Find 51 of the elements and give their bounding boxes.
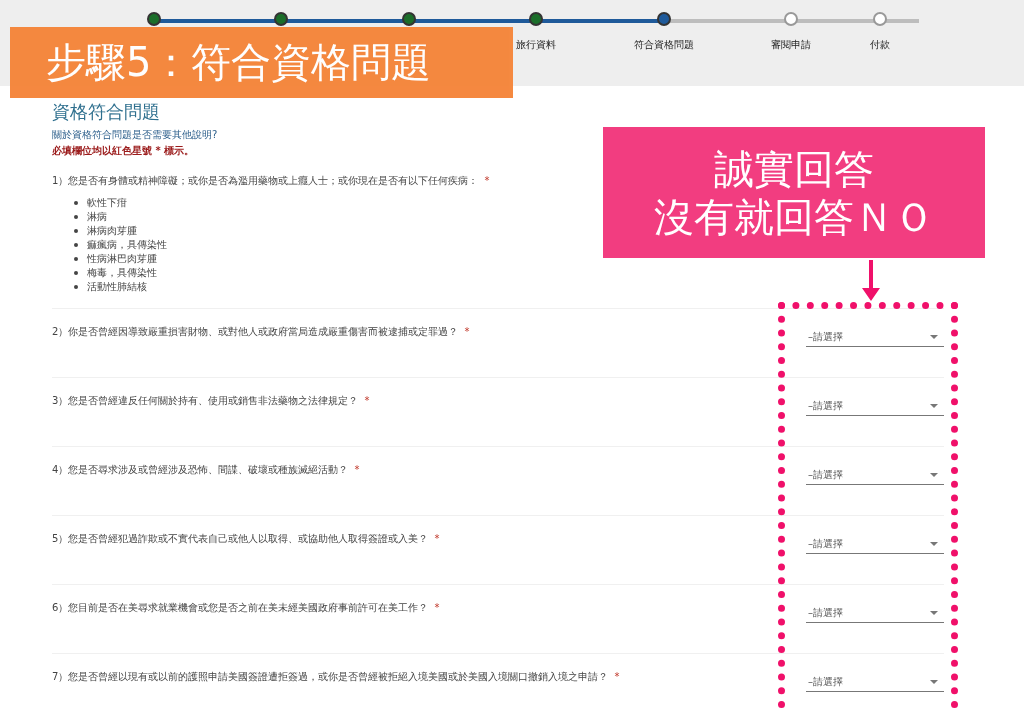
required-mark: * — [434, 533, 440, 544]
select-dropdown[interactable]: –請選擇 — [806, 396, 944, 416]
question-text: 4）您是否尋求涉及或曾經涉及恐怖、間諜、破壞或種族滅絕活動？ — [52, 464, 349, 475]
caret-icon — [930, 610, 938, 615]
bullet-icon — [74, 215, 78, 219]
required-mark: * — [434, 602, 440, 613]
list-item: 痲瘋病，具傳染性 — [87, 238, 167, 252]
required-mark: * — [484, 175, 490, 186]
required-mark: * — [614, 671, 620, 682]
caret-icon — [930, 403, 938, 408]
callout-text: 沒有就回答ＮＯ — [654, 192, 934, 241]
list-item: 梅毒，具傳染性 — [87, 266, 157, 280]
step-label: 審閱申請 — [771, 38, 812, 52]
question-text: 7）您是否曾經以現有或以前的護照申請美國簽證遭拒簽過，或你是否曾經被拒絕入境美國或於美國入境關口撤銷入境之申請？ — [52, 671, 609, 682]
required-note: 必填欄位均以紅色星號 * 標示。 — [52, 144, 195, 158]
select-dropdown[interactable]: –請選擇 — [806, 603, 944, 623]
list-item: 淋病 — [87, 210, 107, 224]
bullet-icon — [74, 229, 78, 233]
bullet-icon — [74, 285, 78, 289]
list-item: 性病淋巴肉芽腫 — [87, 252, 157, 266]
question-text: 3）您是否曾經違反任何關於持有、使用或銷售非法藥物之法律規定？ — [52, 395, 359, 406]
list-item: 活動性肺結核 — [87, 280, 147, 294]
bullet-icon — [74, 201, 78, 205]
select-dropdown[interactable]: –請選擇 — [806, 534, 944, 554]
bullet-icon — [74, 257, 78, 261]
select-dropdown[interactable]: –請選擇 — [806, 672, 944, 692]
select-dropdown[interactable]: –請選擇 — [806, 465, 944, 485]
callout-text: 誠實回答 — [714, 144, 874, 193]
select-dropdown[interactable]: –請選擇 — [806, 327, 944, 347]
required-mark: * — [364, 395, 370, 406]
caret-icon — [930, 541, 938, 546]
question-text: 6）您目前是否在美尋求就業機會或您是否之前在美未經美國政府事前許可在美工作？ — [52, 602, 429, 613]
question-text: 2）你是否曾經因導致嚴重損害財物、或對他人或政府當局造成嚴重傷害而被逮捕或定罪過？ — [52, 326, 459, 337]
step-label: 付款 — [870, 38, 890, 52]
section-title: 資格符合問題 — [52, 100, 161, 124]
question-text: 1）您是否有身體或精神障礙；或你是否為濫用藥物或上癮人士；或你現在是否有以下任何疾病： — [52, 175, 479, 186]
list-item: 淋病肉芽腫 — [87, 224, 137, 238]
caret-icon — [930, 334, 938, 339]
caret-icon — [930, 679, 938, 684]
list-item: 軟性下疳 — [87, 196, 127, 210]
step-label: 旅行資料 — [516, 38, 557, 52]
step-label: 符合資格問題 — [633, 38, 694, 52]
required-mark: * — [354, 464, 360, 475]
down-arrow-icon — [860, 260, 882, 302]
question-text: 5）您是否曾經犯過詐欺或不實代表自己或他人以取得、或協助他人取得簽證或入美？ — [52, 533, 429, 544]
required-mark: * — [464, 326, 470, 337]
bullet-icon — [74, 271, 78, 275]
step-banner: 步驟5：符合資格問題 — [10, 27, 513, 98]
caret-icon — [930, 472, 938, 477]
bullet-icon — [74, 243, 78, 247]
help-link[interactable]: 關於資格符合問題是否需要其他說明? — [52, 128, 218, 142]
